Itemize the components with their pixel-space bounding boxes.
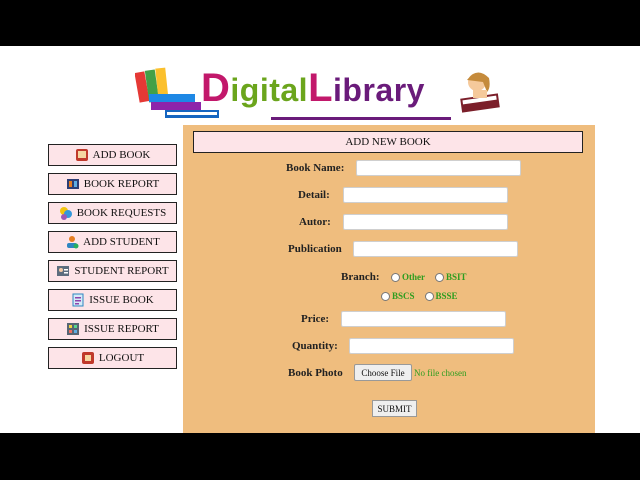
branch-label: Branch: bbox=[341, 271, 380, 283]
choose-file-button[interactable]: Choose File bbox=[354, 364, 412, 381]
book-name-input[interactable] bbox=[356, 160, 521, 176]
autor-label: Autor: bbox=[299, 216, 331, 228]
publication-label: Publication bbox=[288, 243, 342, 255]
branch-option-bsit[interactable]: BSIT bbox=[435, 272, 467, 282]
logout-icon bbox=[81, 352, 94, 364]
sidebar-item-issue-book[interactable]: ISSUE BOOK bbox=[48, 289, 177, 311]
book-icon bbox=[75, 149, 88, 161]
autor-input[interactable] bbox=[343, 214, 508, 230]
add-student-icon bbox=[67, 236, 79, 249]
student-report-icon bbox=[57, 266, 70, 276]
sidebar-item-add-student[interactable]: ADD STUDENT bbox=[48, 231, 177, 253]
sidebar-item-student-report[interactable]: STUDENT REPORT bbox=[48, 260, 177, 282]
quantity-label: Quantity: bbox=[292, 340, 338, 352]
branch-option-bscs[interactable]: BSCS bbox=[381, 291, 415, 301]
sidebar-item-label: LOGOUT bbox=[98, 352, 145, 364]
radio-icon[interactable] bbox=[424, 291, 434, 301]
sidebar-item-add-book[interactable]: ADD BOOK bbox=[48, 144, 177, 166]
sidebar-item-label: ADD BOOK bbox=[92, 149, 151, 161]
branch-radio-row-1: Other BSIT bbox=[391, 272, 477, 282]
sidebar-item-label: BOOK REQUESTS bbox=[76, 207, 167, 219]
sidebar-item-book-requests[interactable]: BOOK REQUESTS bbox=[48, 202, 177, 224]
sidebar-item-label: STUDENT REPORT bbox=[74, 265, 169, 277]
reading-girl-icon bbox=[460, 72, 500, 113]
page: DigitalLibrary ADD BOOK BOOK REPORT BOOK… bbox=[0, 46, 640, 433]
book-name-label: Book Name: bbox=[286, 162, 345, 174]
form-title: ADD NEW BOOK bbox=[193, 131, 583, 153]
book-photo-label: Book Photo bbox=[288, 367, 343, 379]
branch-option-other[interactable]: Other bbox=[391, 272, 425, 282]
digital-library-logo: DigitalLibrary bbox=[135, 66, 503, 120]
price-input[interactable] bbox=[341, 311, 506, 327]
submit-button[interactable]: SUBMIT bbox=[372, 400, 417, 417]
sidebar-item-book-report[interactable]: BOOK REPORT bbox=[48, 173, 177, 195]
sidebar-item-label: BOOK REPORT bbox=[83, 178, 160, 190]
detail-label: Detail: bbox=[298, 189, 330, 201]
sidebar-item-logout[interactable]: LOGOUT bbox=[48, 347, 177, 369]
branch-radio-row-2: BSCS BSSE bbox=[381, 291, 468, 301]
file-status-text: No file chosen bbox=[414, 368, 467, 378]
radio-icon[interactable] bbox=[435, 272, 444, 282]
sidebar-item-issue-report[interactable]: ISSUE REPORT bbox=[48, 318, 177, 340]
publication-input[interactable] bbox=[353, 241, 518, 257]
price-label: Price: bbox=[301, 313, 330, 325]
radio-icon[interactable] bbox=[381, 291, 390, 301]
logo-underline bbox=[271, 117, 451, 120]
issue-book-icon bbox=[72, 293, 84, 307]
add-book-form-panel: ADD NEW BOOK Book Name: Detail: Autor: P… bbox=[183, 125, 595, 433]
detail-input[interactable] bbox=[343, 187, 508, 203]
issue-report-icon bbox=[67, 323, 80, 335]
sidebar-item-label: ISSUE REPORT bbox=[84, 323, 159, 335]
quantity-input[interactable] bbox=[349, 338, 514, 354]
sidebar-item-label: ISSUE BOOK bbox=[89, 294, 154, 306]
branch-option-bsse[interactable]: BSSE bbox=[424, 291, 458, 301]
logo-title: DigitalLibrary bbox=[201, 66, 425, 110]
radio-icon[interactable] bbox=[391, 272, 400, 282]
requests-icon bbox=[59, 207, 72, 220]
sidebar-item-label: ADD STUDENT bbox=[83, 236, 160, 248]
report-icon bbox=[66, 179, 79, 189]
